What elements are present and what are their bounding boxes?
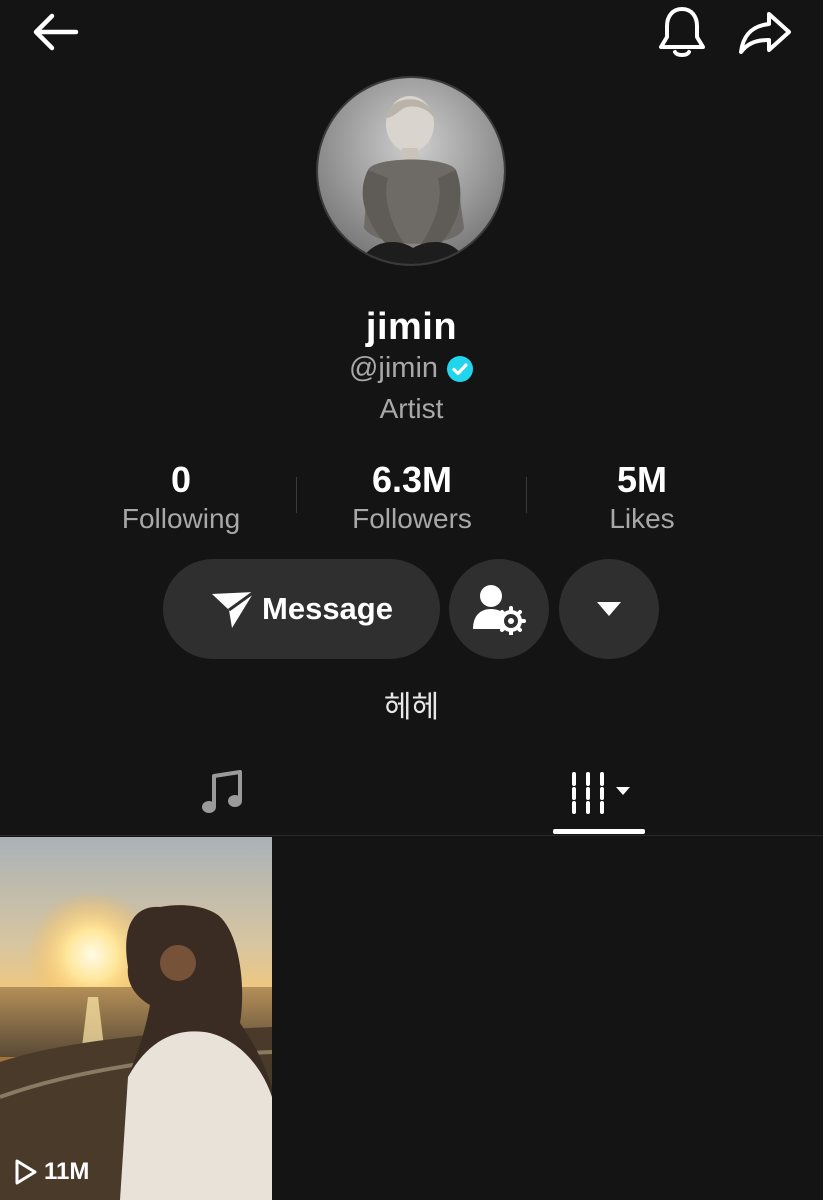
following-count: 0 — [170, 459, 192, 500]
music-note-icon — [202, 770, 242, 813]
message-button-label: Message — [262, 591, 393, 626]
stat-followers[interactable]: 6.3M Followers — [297, 458, 527, 536]
likes-label: Likes — [609, 503, 675, 534]
avatar[interactable] — [316, 76, 506, 266]
view-count-value: 11M — [44, 1158, 90, 1185]
view-count: 11M — [14, 1158, 89, 1186]
bio-text: 헤헤 — [383, 691, 440, 724]
stat-likes[interactable]: 5M Likes — [527, 458, 757, 536]
handle-text: @jimin — [348, 352, 439, 384]
verified-badge-icon — [446, 355, 474, 383]
send-icon — [212, 590, 255, 628]
more-options-button[interactable] — [559, 559, 659, 659]
handle-row: @jimin — [0, 352, 823, 385]
following-label: Following — [121, 503, 241, 534]
back-button[interactable] — [22, 8, 86, 56]
play-outline-icon — [15, 1159, 37, 1185]
profile-photo — [318, 78, 504, 264]
bell-icon — [659, 7, 705, 57]
message-button[interactable]: Message — [163, 559, 440, 659]
likes-count: 5M — [616, 459, 667, 500]
display-name: jimin — [365, 306, 458, 348]
stat-following[interactable]: 0 Following — [66, 458, 296, 536]
video-thumbnail-image — [0, 837, 272, 1200]
share-button[interactable] — [734, 4, 796, 60]
arrow-left-icon — [33, 13, 79, 51]
grid-dropdown-icon — [572, 772, 630, 814]
tab-divider — [0, 835, 823, 836]
category-label: Artist — [379, 393, 444, 424]
followers-count: 6.3M — [371, 459, 453, 500]
share-arrow-icon — [739, 12, 791, 54]
caret-down-icon — [597, 602, 621, 616]
active-tab-indicator — [553, 829, 645, 834]
friend-settings-button[interactable] — [449, 559, 549, 659]
tab-music[interactable] — [160, 752, 284, 834]
video-thumbnail[interactable]: 11M — [0, 837, 272, 1200]
followers-label: Followers — [352, 503, 472, 534]
notifications-button[interactable] — [652, 4, 712, 60]
tab-videos[interactable] — [553, 752, 645, 834]
user-settings-icon — [473, 585, 526, 635]
